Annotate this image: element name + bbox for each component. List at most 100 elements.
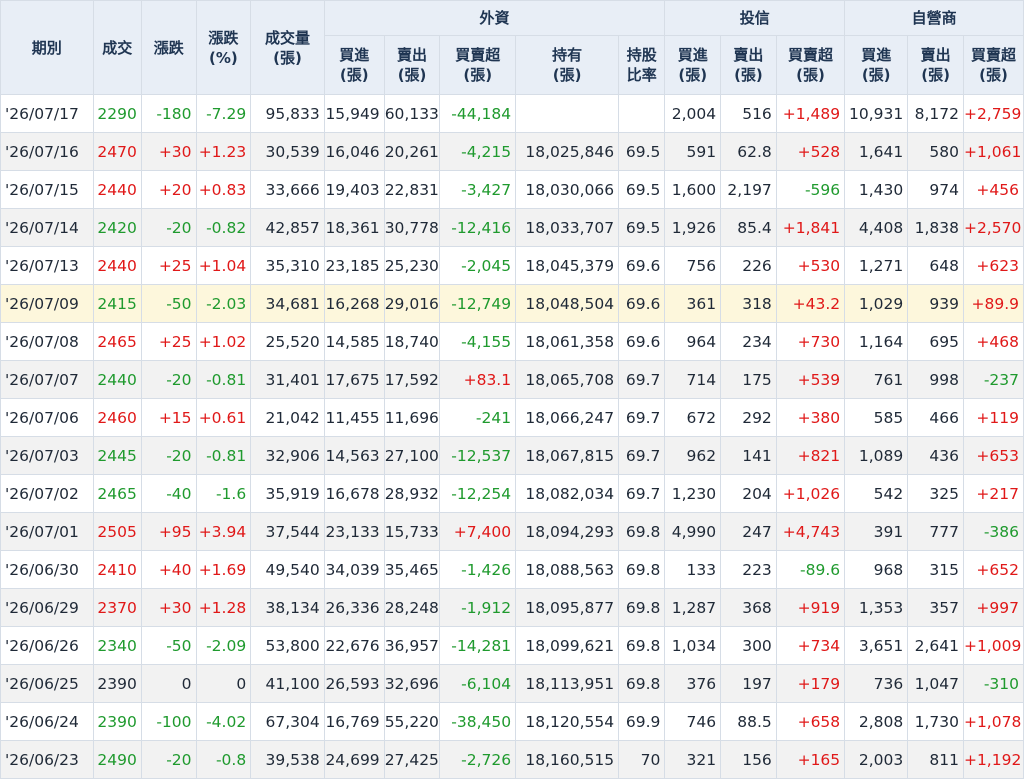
col-header-foreign-holdings[interactable]: 持有 (張) [515, 35, 620, 95]
col-header-foreign-ratio[interactable]: 持股 比率 [618, 35, 666, 95]
cell-price: 2445 [92, 436, 142, 475]
cell-change-pct: -1.6 [195, 474, 252, 513]
cell-t-net: +380 [775, 398, 846, 437]
table-row[interactable]: '26/07/16 2470 +30 +1.23 30,539 16,046 20,261-… [0, 132, 1024, 171]
cell-f-buy: 14,585 [323, 322, 385, 361]
col-header-dealer-net[interactable]: 買賣超 (張) [962, 35, 1024, 95]
cell-change-pct: -0.81 [195, 360, 252, 399]
cell-change-pct: -2.09 [195, 626, 252, 665]
cell-d-buy: 10,931 [844, 94, 909, 133]
cell-f-sell: 11,696 [383, 398, 441, 437]
cell-f-hold: 18,094,293 [515, 512, 620, 551]
cell-f-hold: 18,095,877 [515, 588, 620, 627]
cell-d-sell: 466 [907, 398, 964, 437]
table-row[interactable]: '26/07/08 2465 +25 +1.02 25,520 14,585 18,740-… [0, 322, 1024, 361]
cell-t-sell: 141 [720, 436, 777, 475]
col-header-foreign-net[interactable]: 買賣超 (張) [439, 35, 517, 95]
cell-f-sell: 30,778 [383, 208, 441, 247]
cell-t-sell: 223 [720, 550, 777, 589]
cell-price: 2370 [92, 588, 142, 627]
cell-volume: 31,401 [250, 360, 325, 399]
table-row[interactable]: '26/06/29 2370 +30 +1.28 38,134 26,336 28,248-… [0, 588, 1024, 627]
col-header-dealer-sell[interactable]: 賣出 (張) [907, 35, 964, 95]
cell-t-sell: 300 [720, 626, 777, 665]
cell-t-net: +179 [775, 664, 846, 703]
cell-f-net: -4,155 [439, 322, 517, 361]
cell-volume: 41,100 [250, 664, 325, 703]
cell-t-sell: 516 [720, 94, 777, 133]
col-header-price[interactable]: 成交 [92, 0, 142, 95]
cell-date: '26/06/29 [0, 588, 94, 627]
cell-date: '26/07/09 [0, 284, 94, 323]
cell-price: 2420 [92, 208, 142, 247]
table-row[interactable]: '26/06/30 2410 +40 +1.69 49,540 34,039 35,465-… [0, 550, 1024, 589]
cell-d-sell: 648 [907, 246, 964, 285]
cell-change-pct: -7.29 [195, 94, 252, 133]
cell-d-buy: 1,164 [844, 322, 909, 361]
cell-t-sell: 318 [720, 284, 777, 323]
cell-volume: 21,042 [250, 398, 325, 437]
col-header-trust-net[interactable]: 買賣超 (張) [775, 35, 846, 95]
cell-f-sell: 22,831 [383, 170, 441, 209]
cell-d-sell: 974 [907, 170, 964, 209]
cell-volume: 39,538 [250, 740, 325, 779]
cell-f-sell: 27,425 [383, 740, 441, 779]
col-header-foreign-sell[interactable]: 賣出 (張) [383, 35, 441, 95]
cell-t-net: +539 [775, 360, 846, 399]
cell-f-hold: 18,033,707 [515, 208, 620, 247]
cell-t-sell: 62.8 [720, 132, 777, 171]
col-header-foreign-buy[interactable]: 買進 (張) [323, 35, 385, 95]
cell-f-ratio: 69.7 [618, 398, 666, 437]
table-row[interactable]: '26/07/02 2465 -40 -1.6 35,919 16,678 28,932 -1… [0, 474, 1024, 513]
cell-d-sell: 2,641 [907, 626, 964, 665]
table-row[interactable]: '26/07/06 2460 +15 +0.61 21,042 11,455 11,696-… [0, 398, 1024, 437]
col-header-trust-buy[interactable]: 買進 (張) [664, 35, 722, 95]
table-header: 期別 成交 漲跌 漲跌 (%) 成交量 (張) 外資 投信 自營商 買進 (張) 賣出… [0, 0, 1024, 95]
table-row[interactable]: '26/06/26 2340 -50 -2.09 53,800 22,676 36,957-… [0, 626, 1024, 665]
cell-t-sell: 175 [720, 360, 777, 399]
table-row[interactable]: '26/06/25 2390 0 0 41,100 26,593 32,696 -6,104 1… [0, 664, 1024, 703]
cell-f-hold: 18,030,066 [515, 170, 620, 209]
cell-volume: 42,857 [250, 208, 325, 247]
table-row[interactable]: '26/07/13 2440 +25 +1.04 35,310 23,185 25,230-… [0, 246, 1024, 285]
cell-f-buy: 34,039 [323, 550, 385, 589]
col-header-change-pct[interactable]: 漲跌 (%) [195, 0, 252, 95]
cell-d-net: +1,009 [962, 626, 1024, 665]
col-header-date[interactable]: 期別 [0, 0, 94, 95]
table-row[interactable]: '26/07/09 2415 -50 -2.03 34,681 16,268 29,016-… [0, 284, 1024, 323]
cell-t-buy: 756 [664, 246, 722, 285]
cell-f-ratio: 69.6 [618, 246, 666, 285]
cell-d-buy: 2,808 [844, 702, 909, 741]
cell-volume: 33,666 [250, 170, 325, 209]
cell-t-sell: 247 [720, 512, 777, 551]
cell-f-hold: 18,066,247 [515, 398, 620, 437]
cell-f-buy: 18,361 [323, 208, 385, 247]
cell-date: '26/07/15 [0, 170, 94, 209]
table-row[interactable]: '26/07/17 2290 -180 -7.29 95,833 15,949 60,133… [0, 94, 1024, 133]
table-row[interactable]: '26/07/15 2440 +20 +0.83 33,666 19,403 22,831-… [0, 170, 1024, 209]
col-header-trust-sell[interactable]: 賣出 (張) [720, 35, 777, 95]
cell-t-net: -89.6 [775, 550, 846, 589]
col-header-change[interactable]: 漲跌 [140, 0, 197, 95]
table-row[interactable]: '26/07/14 2420 -20 -0.82 42,857 18,361 30,778-… [0, 208, 1024, 247]
cell-change: -100 [140, 702, 197, 741]
cell-change: +25 [140, 246, 197, 285]
cell-t-net: +4,743 [775, 512, 846, 551]
cell-t-buy: 321 [664, 740, 722, 779]
cell-d-sell: 436 [907, 436, 964, 475]
cell-f-ratio: 69.8 [618, 626, 666, 665]
table-row[interactable]: '26/06/24 2390 -100 -4.02 67,304 16,769 55,220… [0, 702, 1024, 741]
cell-f-hold: 18,088,563 [515, 550, 620, 589]
cell-change-pct: +1.02 [195, 322, 252, 361]
table-row[interactable]: '26/07/01 2505 +95 +3.94 37,544 23,133 15,733 +… [0, 512, 1024, 551]
cell-volume: 35,310 [250, 246, 325, 285]
table-row[interactable]: '26/07/07 2440 -20 -0.81 31,401 17,675 17,592 +… [0, 360, 1024, 399]
table-row[interactable]: '26/06/23 2490 -20 -0.8 39,538 24,699 27,425 -2… [0, 740, 1024, 779]
cell-f-ratio: 69.7 [618, 436, 666, 475]
cell-date: '26/07/17 [0, 94, 94, 133]
table-row[interactable]: '26/07/03 2445 -20 -0.81 32,906 14,563 27,100-… [0, 436, 1024, 475]
col-header-dealer-buy[interactable]: 買進 (張) [844, 35, 909, 95]
col-header-volume[interactable]: 成交量 (張) [250, 0, 325, 95]
cell-d-buy: 391 [844, 512, 909, 551]
cell-f-net: -1,912 [439, 588, 517, 627]
